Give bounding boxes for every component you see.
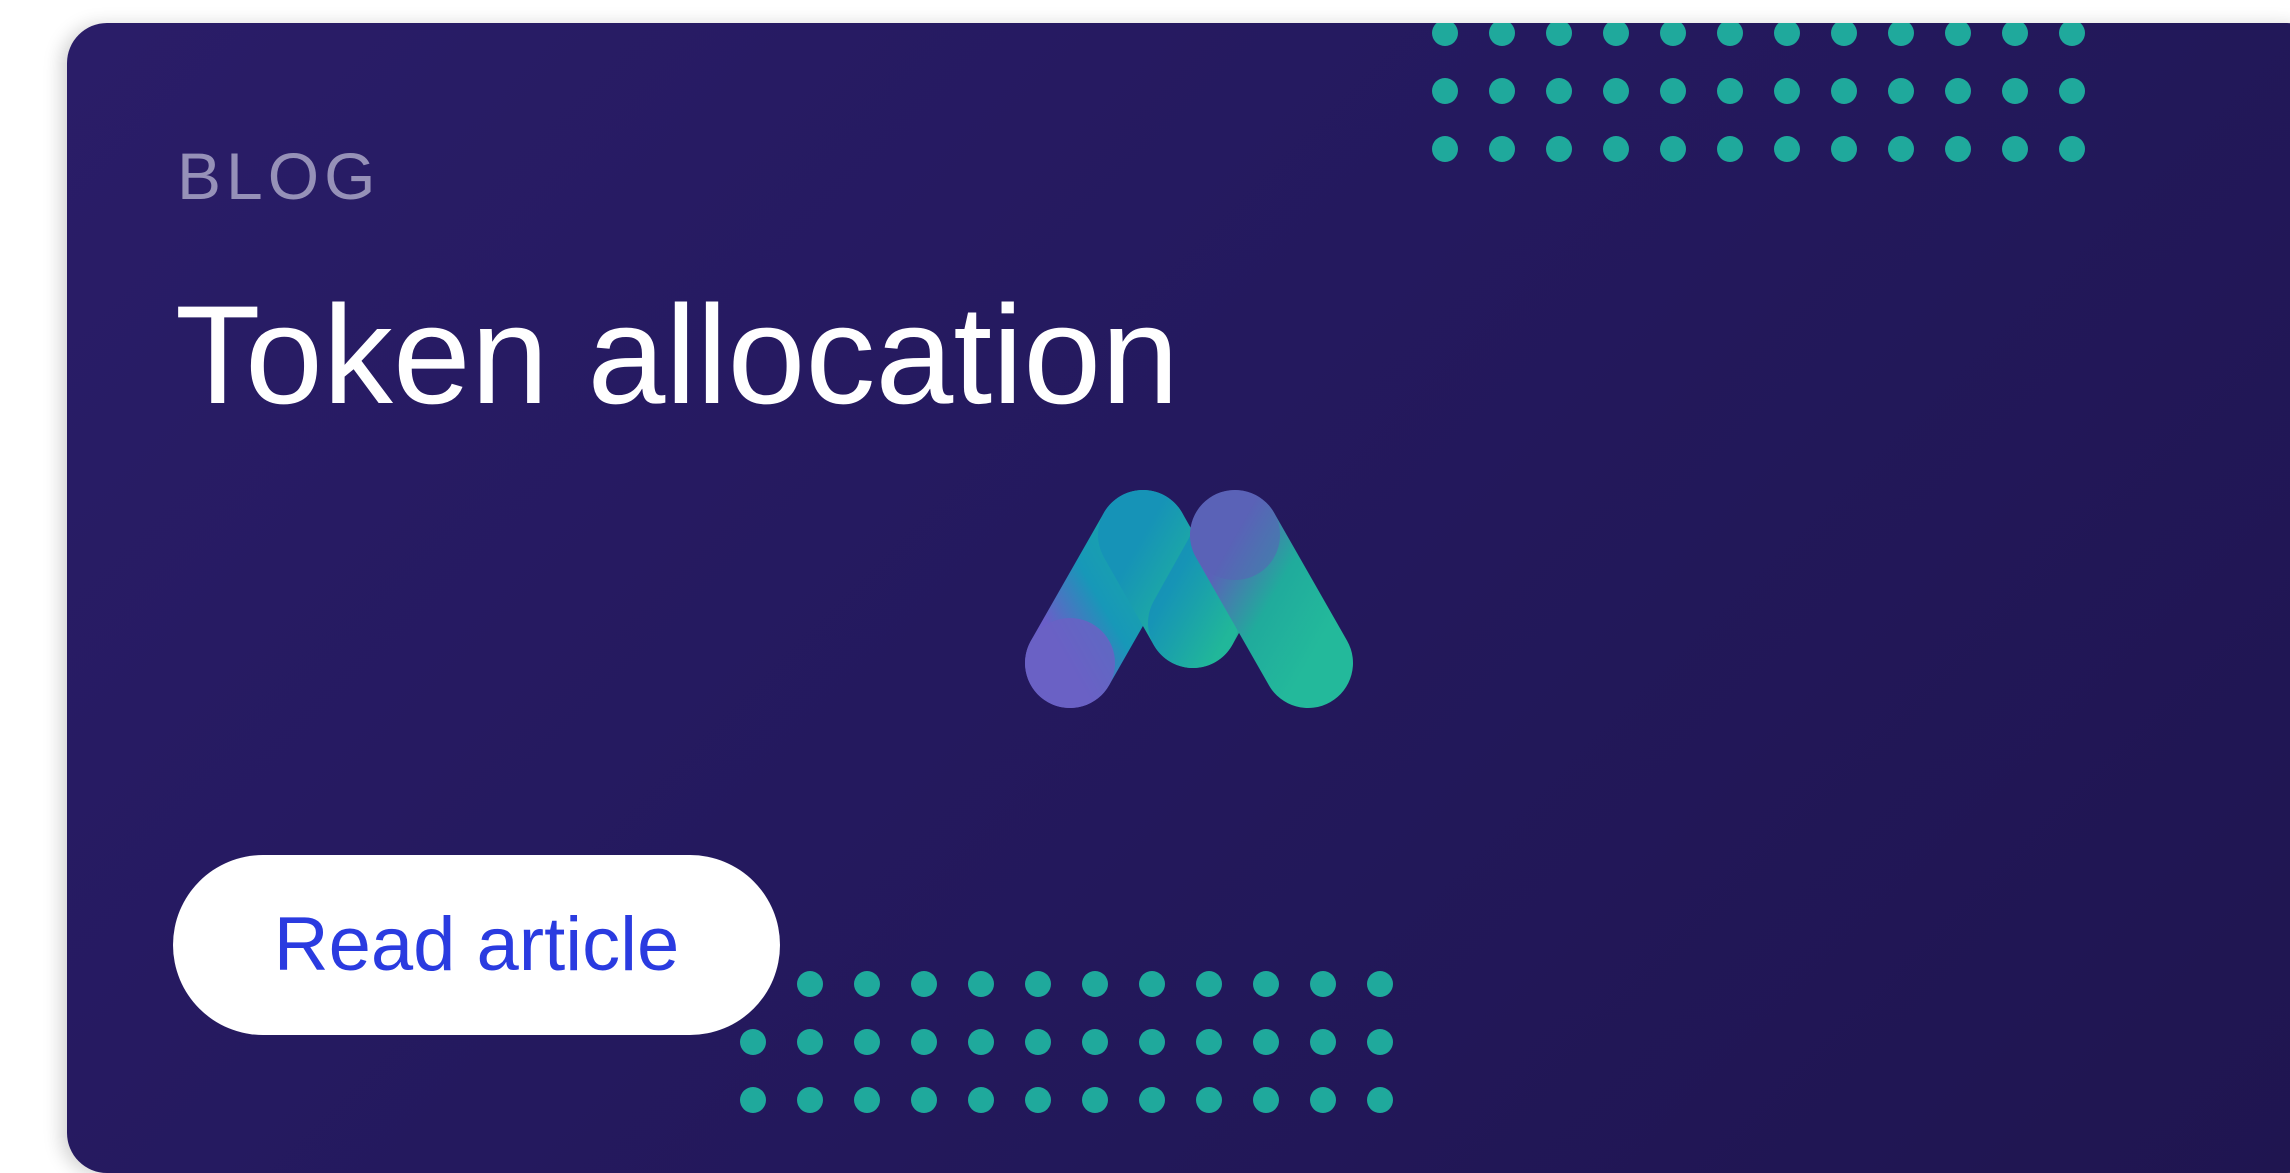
dot-pattern-top [1432,23,2085,162]
blog-card[interactable]: BLOG Token allocation Read article [67,23,2290,1173]
category-label: BLOG [177,139,381,213]
read-article-button[interactable]: Read article [173,855,780,1035]
brand-logo-icon [1025,490,1353,708]
dot-pattern-bottom [740,971,1393,1113]
article-title[interactable]: Token allocation [175,285,1179,425]
